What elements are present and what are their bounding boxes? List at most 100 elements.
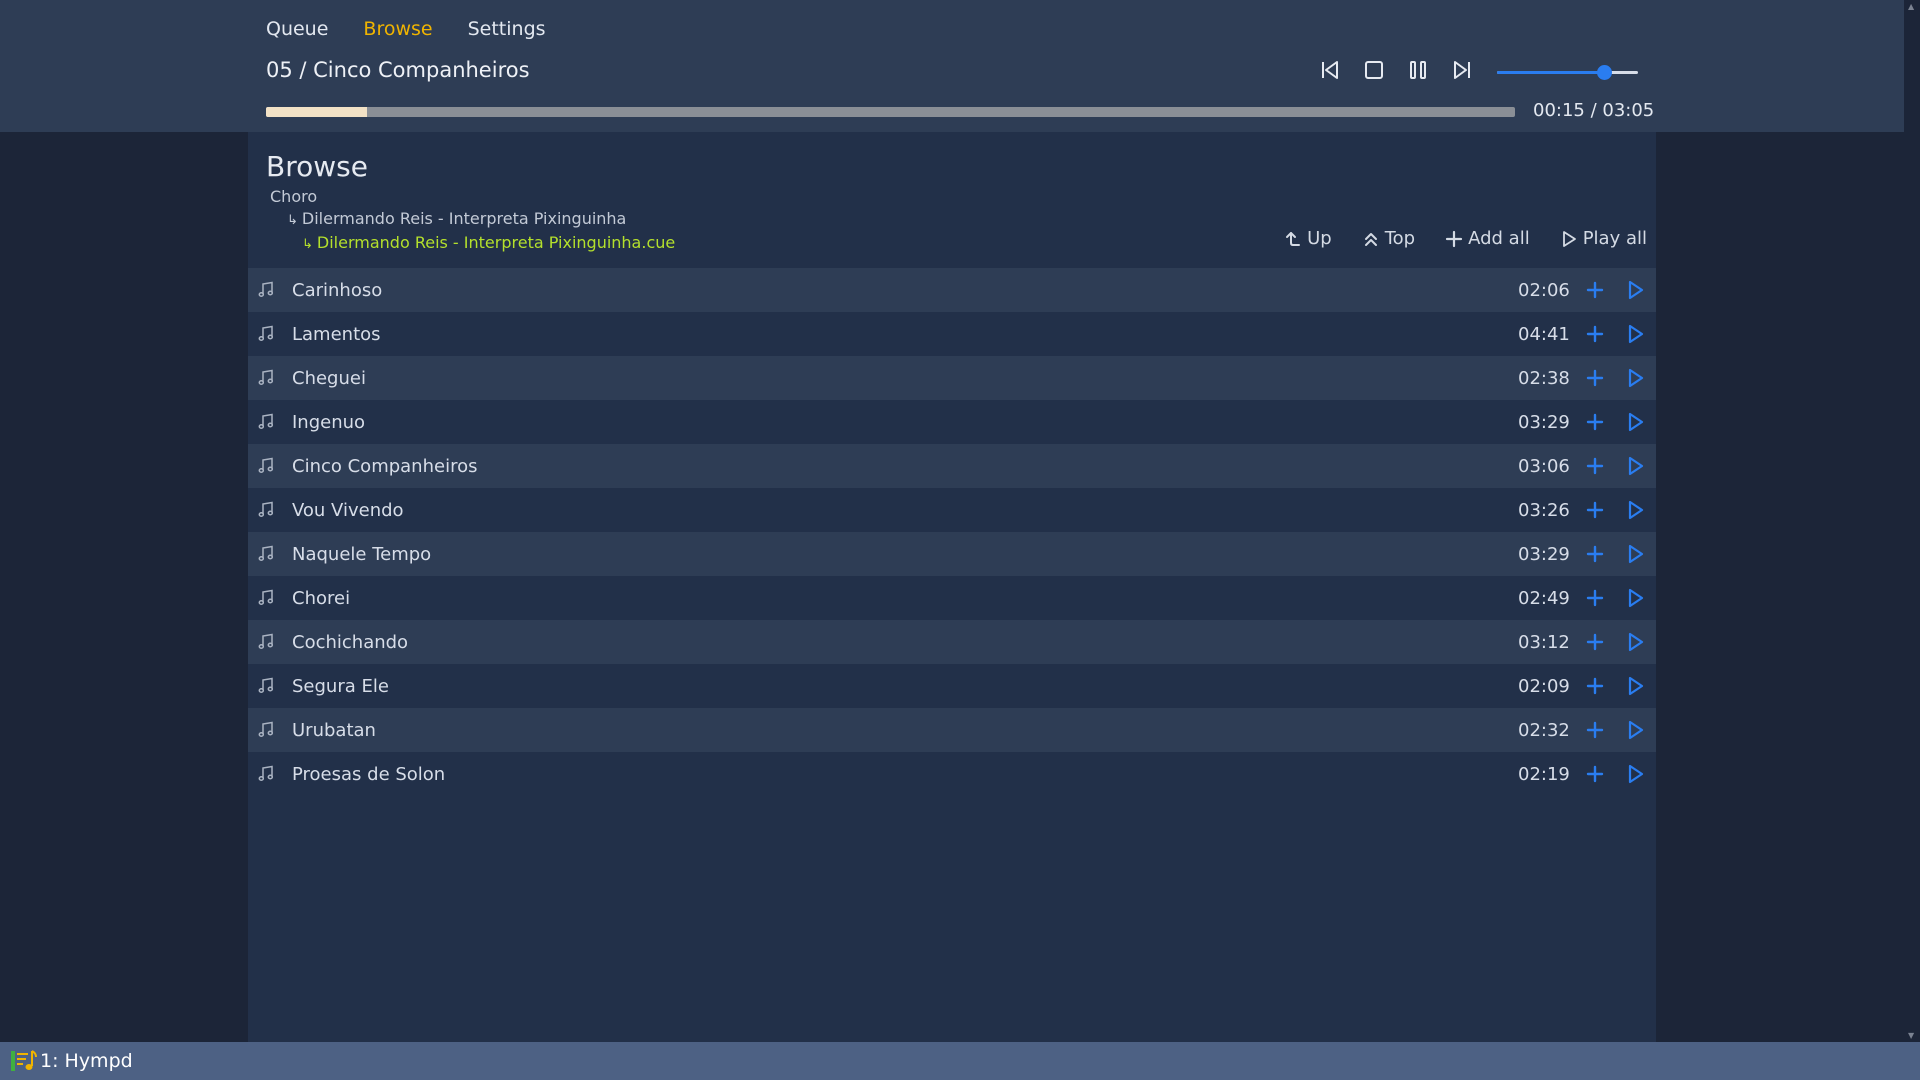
track-row[interactable]: Ingenuo 03:29: [248, 400, 1656, 444]
play-track-button[interactable]: [1624, 499, 1646, 521]
play-track-button[interactable]: [1624, 279, 1646, 301]
add-track-button[interactable]: [1584, 323, 1606, 345]
music-note-icon: [258, 589, 274, 605]
breadcrumb-item-current[interactable]: ↳ Dilermando Reis - Interpreta Pixinguinh…: [270, 232, 675, 256]
plus-icon: [1586, 413, 1604, 431]
tab-queue[interactable]: Queue: [266, 18, 328, 40]
add-track-button[interactable]: [1584, 719, 1606, 741]
play-track-button[interactable]: [1624, 631, 1646, 653]
plus-icon: [1586, 677, 1604, 695]
track-row[interactable]: Cheguei 02:38: [248, 356, 1656, 400]
add-track-button[interactable]: [1584, 499, 1606, 521]
track-row[interactable]: Lamentos 04:41: [248, 312, 1656, 356]
play-track-button[interactable]: [1624, 367, 1646, 389]
play-track-button[interactable]: [1624, 543, 1646, 565]
volume-knob[interactable]: [1597, 65, 1613, 80]
track-title: Chorei: [292, 587, 351, 609]
play-icon: [1628, 720, 1644, 740]
pause-button[interactable]: [1406, 58, 1430, 82]
tab-settings[interactable]: Settings: [468, 18, 546, 40]
plus-icon: [1586, 633, 1604, 651]
play-track-button[interactable]: [1624, 587, 1646, 609]
subfolder-arrow-icon: ↳: [302, 237, 313, 252]
volume-slider[interactable]: [1497, 62, 1638, 82]
plus-icon: [1586, 325, 1604, 343]
track-title: Segura Ele: [292, 675, 389, 697]
play-track-button[interactable]: [1624, 675, 1646, 697]
add-track-button[interactable]: [1584, 411, 1606, 433]
elapsed-time: 00:15 / 03:05: [1533, 100, 1655, 121]
up-arrow-icon: [1286, 231, 1301, 246]
track-row[interactable]: Cochichando 03:12: [248, 620, 1656, 664]
track-duration: 03:26: [1518, 499, 1570, 521]
tab-browse[interactable]: Browse: [363, 18, 432, 40]
breadcrumb-item[interactable]: ↳ Dilermando Reis - Interpreta Pixinguinh…: [270, 208, 675, 232]
play-icon: [1628, 588, 1644, 608]
music-note-icon: [258, 545, 274, 561]
scroll-down-arrow-icon[interactable]: ▼: [1908, 1031, 1914, 1040]
breadcrumb-label: Dilermando Reis - Interpreta Pixinguinha…: [316, 233, 676, 252]
nav-tabs: Queue Browse Settings: [266, 18, 546, 40]
track-row[interactable]: Carinhoso 02:06: [248, 268, 1656, 312]
track-row[interactable]: Segura Ele 02:09: [248, 664, 1656, 708]
track-row[interactable]: Vou Vivendo 03:26: [248, 488, 1656, 532]
track-row[interactable]: Proesas de Solon 02:19: [248, 752, 1656, 796]
music-note-icon: [258, 281, 274, 297]
skip-next-button[interactable]: [1450, 58, 1474, 82]
track-title: Naquele Tempo: [292, 543, 432, 565]
play-icon: [1562, 230, 1576, 247]
plus-icon: [1586, 545, 1604, 563]
play-icon: [1628, 500, 1644, 520]
up-button-label: Up: [1307, 228, 1332, 249]
play-track-button[interactable]: [1624, 763, 1646, 785]
pause-icon: [1410, 61, 1426, 79]
plus-icon: [1586, 721, 1604, 739]
track-title: Cinco Companheiros: [292, 455, 478, 477]
track-row[interactable]: Cinco Companheiros 03:06: [248, 444, 1656, 488]
taskbar-window-label[interactable]: 1: Hympd: [40, 1050, 133, 1072]
skip-previous-icon: [1322, 61, 1338, 79]
play-track-button[interactable]: [1624, 455, 1646, 477]
add-track-button[interactable]: [1584, 631, 1606, 653]
add-track-button[interactable]: [1584, 587, 1606, 609]
add-all-button[interactable]: Add all: [1445, 228, 1530, 249]
add-track-button[interactable]: [1584, 455, 1606, 477]
track-title: Cheguei: [292, 367, 366, 389]
play-track-button[interactable]: [1624, 323, 1646, 345]
track-title: Lamentos: [292, 323, 381, 345]
play-icon: [1628, 280, 1644, 300]
track-duration: 03:29: [1518, 411, 1570, 433]
music-note-icon: [258, 501, 274, 517]
up-button[interactable]: Up: [1284, 228, 1332, 249]
track-row[interactable]: Urubatan 02:32: [248, 708, 1656, 752]
skip-previous-button[interactable]: [1318, 58, 1342, 82]
stop-button[interactable]: [1362, 58, 1386, 82]
scrollbar[interactable]: ▲ ▼: [1904, 0, 1920, 1042]
track-duration: 02:49: [1518, 587, 1570, 609]
breadcrumb-item[interactable]: Choro: [270, 186, 675, 208]
track-title: Vou Vivendo: [292, 499, 404, 521]
song-progress-bar[interactable]: [266, 107, 1515, 117]
play-icon: [1628, 676, 1644, 696]
plus-icon: [1586, 457, 1604, 475]
track-title: Carinhoso: [292, 279, 383, 301]
play-all-button[interactable]: Play all: [1560, 228, 1647, 249]
top-button[interactable]: Top: [1362, 228, 1415, 249]
add-track-button[interactable]: [1584, 543, 1606, 565]
scroll-up-arrow-icon[interactable]: ▲: [1908, 2, 1914, 11]
play-track-button[interactable]: [1624, 719, 1646, 741]
track-row[interactable]: Naquele Tempo 03:29: [248, 532, 1656, 576]
play-icon: [1628, 412, 1644, 432]
add-track-button[interactable]: [1584, 367, 1606, 389]
add-track-button[interactable]: [1584, 763, 1606, 785]
plus-icon: [1586, 281, 1604, 299]
browse-actions: Up Top Add all Play all: [1284, 228, 1647, 249]
play-track-button[interactable]: [1624, 411, 1646, 433]
header: Queue Browse Settings 05 / Cinco Companh…: [0, 0, 1904, 132]
add-track-button[interactable]: [1584, 279, 1606, 301]
track-row[interactable]: Chorei 02:49: [248, 576, 1656, 620]
track-title: Proesas de Solon: [292, 763, 446, 785]
add-track-button[interactable]: [1584, 675, 1606, 697]
play-icon: [1628, 632, 1644, 652]
track-title: Ingenuo: [292, 411, 366, 433]
